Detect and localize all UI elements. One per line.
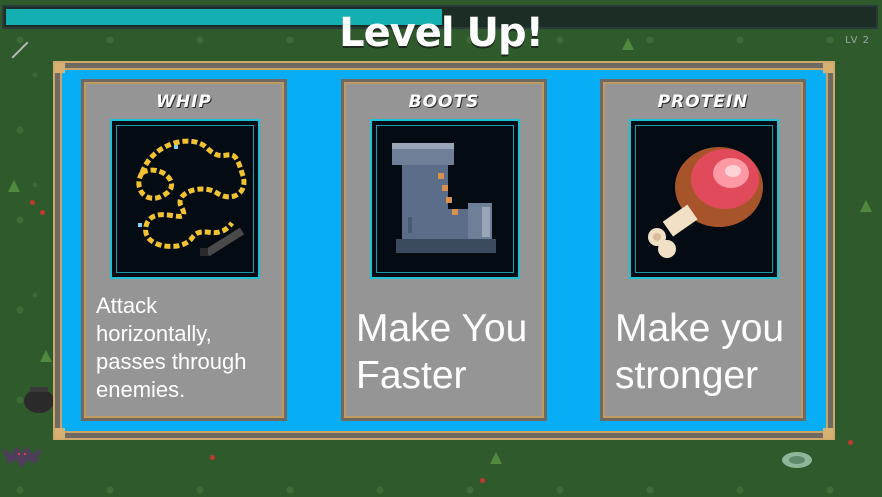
card-icon-frame <box>370 119 520 279</box>
panel-corner <box>823 428 833 438</box>
panel-corner <box>55 63 65 73</box>
card-icon-frame <box>110 119 260 279</box>
cauldron-icon <box>24 387 54 413</box>
upgrade-card-protein[interactable]: PROTEIN Make you stronger <box>600 79 806 421</box>
upgrade-card-whip[interactable]: WHIP Attack horizontally, passes through… <box>81 79 287 421</box>
card-description: Make You Faster <box>356 307 528 397</box>
card-title: BOOTS <box>408 92 480 112</box>
grass-tuft <box>490 452 502 464</box>
bat-enemy-icon <box>2 446 42 468</box>
flower-decor <box>30 200 35 205</box>
card-description: Attack horizontally, passes through enem… <box>96 293 247 402</box>
meat-icon <box>648 147 763 258</box>
card-title: WHIP <box>156 92 212 112</box>
grass-tuft <box>40 350 52 362</box>
card-icon-frame <box>629 119 779 279</box>
flower-decor <box>848 440 853 445</box>
whip-icon <box>136 138 247 257</box>
panel-corner <box>55 428 65 438</box>
level-up-title: Level Up! <box>339 10 544 56</box>
upgrade-card-boots[interactable]: BOOTS Make You Faster <box>341 79 547 421</box>
grass-tuft <box>8 180 20 192</box>
flower-decor <box>210 455 215 460</box>
slime-icon <box>782 452 812 468</box>
flower-decor <box>480 478 485 483</box>
boots-icon <box>392 143 496 253</box>
card-title: PROTEIN <box>657 92 749 112</box>
card-description: Make you stronger <box>615 307 785 397</box>
flower-decor <box>40 210 45 215</box>
grass-tuft <box>860 200 872 212</box>
panel-corner <box>823 63 833 73</box>
